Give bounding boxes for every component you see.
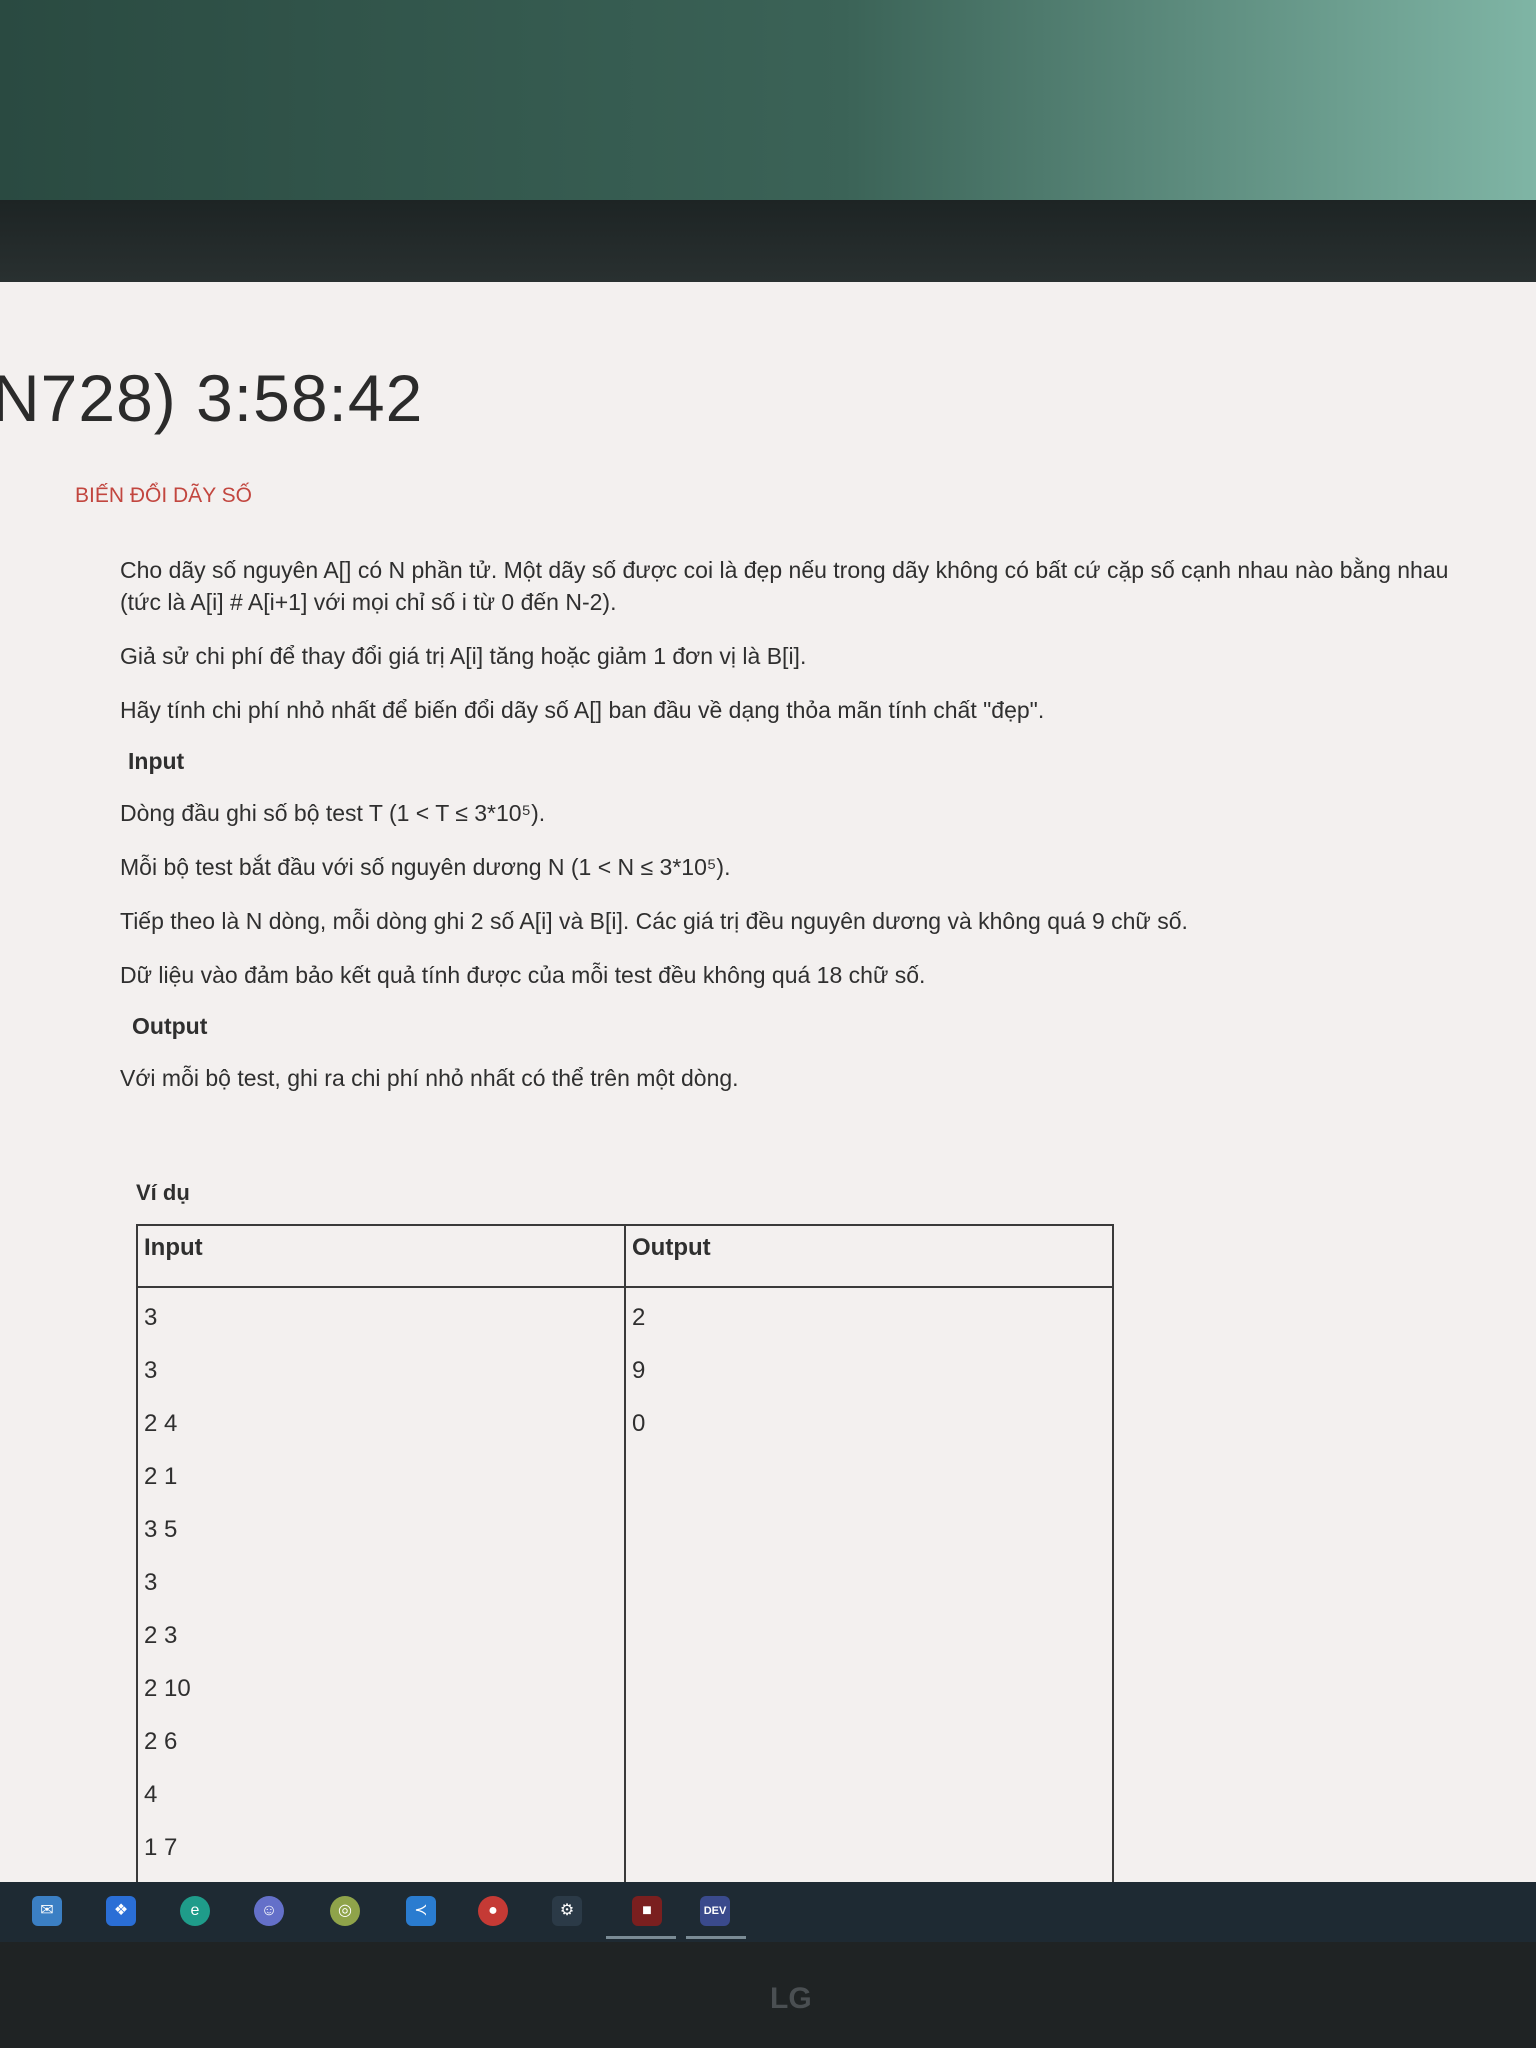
- steam-icon[interactable]: ⚙: [552, 1896, 582, 1926]
- discord-icon[interactable]: ☺: [254, 1896, 284, 1926]
- output-heading: Output: [132, 1013, 208, 1039]
- app-icon[interactable]: ●: [478, 1896, 508, 1926]
- example-input-line: 3: [144, 1357, 158, 1384]
- background-wall: [0, 0, 1536, 210]
- example-input-line: 3 5: [144, 1516, 178, 1543]
- example-input-line: 3: [144, 1569, 158, 1596]
- app-red-icon[interactable]: ■: [632, 1896, 662, 1926]
- dropbox-icon[interactable]: ❖: [106, 1896, 136, 1926]
- taskbar-active-indicator: [606, 1936, 676, 1939]
- example-input-line: 4: [144, 1781, 158, 1808]
- example-output-cell: 2 9 0: [624, 1286, 1114, 1882]
- problem-statement: Cho dãy số nguyên A[] có N phần tử. Một …: [120, 554, 1480, 1116]
- example-input-line: 2 10: [144, 1675, 191, 1702]
- taskbar: ✉ ❖ e ☺ ◎ ≺ ● ⚙ ■ DEV: [0, 1882, 1536, 1942]
- devcpp-icon[interactable]: DEV: [700, 1896, 730, 1926]
- example-output-line: 9: [632, 1357, 646, 1384]
- input-line: Dữ liệu vào đảm bảo kết quả tính được củ…: [120, 962, 926, 988]
- problem-title: BIẾN ĐỔI DÃY SỐ: [75, 484, 252, 507]
- example-input-line: 2 4: [144, 1410, 178, 1437]
- monitor-bezel-top: [0, 200, 1536, 295]
- description-paragraph: Giả sử chi phí để thay đổi giá trị A[i] …: [120, 643, 807, 669]
- monitor-bezel-bottom: LG: [0, 1942, 1536, 2048]
- description-paragraph: Hãy tính chi phí nhỏ nhất để biến đổi dã…: [120, 697, 1045, 723]
- input-heading: Input: [128, 748, 185, 774]
- example-input-line: 2 1: [144, 1463, 178, 1490]
- input-line: Dòng đầu ghi số bộ test T (1 < T ≤ 3*10⁵…: [120, 800, 546, 826]
- example-input-line: 2 3: [144, 1622, 178, 1649]
- example-heading: Ví dụ: [136, 1180, 190, 1205]
- example-input-cell: 3 3 2 4 2 1 3 5 3 2 3 2 10 2 6 4 1 7 3 3: [136, 1286, 626, 1882]
- example-header-input: Input: [136, 1224, 626, 1288]
- example-input-line: 1 7: [144, 1834, 178, 1861]
- browser-screen: N728) 3:58:42 BIẾN ĐỔI DÃY SỐ Cho dãy số…: [0, 282, 1536, 1882]
- example-output-line: 2: [632, 1304, 646, 1331]
- example-table: Input Output 3 3 2 4 2 1 3 5 3 2 3 2 10 …: [136, 1224, 1114, 1882]
- vscode-icon[interactable]: ≺: [406, 1896, 436, 1926]
- example-input-line: 2 6: [144, 1728, 178, 1755]
- taskbar-active-indicator: [686, 1936, 746, 1939]
- output-line: Với mỗi bộ test, ghi ra chi phí nhỏ nhất…: [120, 1065, 739, 1091]
- monitor-brand-logo: LG: [770, 1982, 812, 2015]
- mail-icon[interactable]: ✉: [32, 1896, 62, 1926]
- description-paragraph: Cho dãy số nguyên A[] có N phần tử. Một …: [120, 557, 1449, 615]
- edge-icon[interactable]: e: [180, 1896, 210, 1926]
- chrome-icon[interactable]: ◎: [330, 1896, 360, 1926]
- example-header-output: Output: [624, 1224, 1114, 1288]
- input-line: Tiếp theo là N dòng, mỗi dòng ghi 2 số A…: [120, 908, 1188, 934]
- example-output-line: 0: [632, 1410, 646, 1437]
- input-line: Mỗi bộ test bắt đầu với số nguyên dương …: [120, 854, 731, 880]
- contest-timer: N728) 3:58:42: [0, 361, 424, 435]
- example-input-line: 3: [144, 1304, 158, 1331]
